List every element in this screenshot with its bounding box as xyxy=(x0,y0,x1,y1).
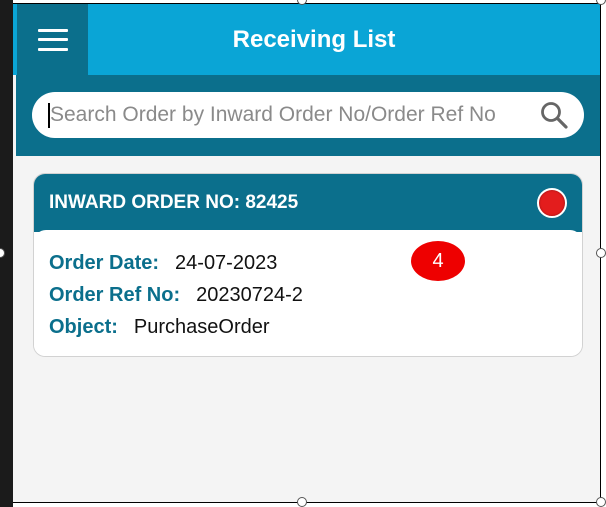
search-icon[interactable] xyxy=(539,100,569,130)
order-ref-value: 20230724-2 xyxy=(196,284,303,306)
search-box[interactable] xyxy=(32,92,584,138)
search-bar-area xyxy=(16,75,600,156)
resize-handle-right[interactable] xyxy=(596,248,606,258)
object-label: Object: xyxy=(49,316,118,338)
order-card[interactable]: INWARD ORDER NO: 82425 Order Date: 24-07-… xyxy=(33,173,583,357)
resize-handle-top-right[interactable] xyxy=(596,0,606,5)
object-row: Object: PurchaseOrder xyxy=(49,314,270,340)
app-header: Receiving List xyxy=(13,4,600,75)
inward-order-number: INWARD ORDER NO: 82425 xyxy=(49,192,299,213)
object-value: PurchaseOrder xyxy=(133,316,270,338)
order-card-header: INWARD ORDER NO: 82425 xyxy=(34,174,582,232)
order-date-label: Order Date: xyxy=(49,252,160,274)
order-card-body: Order Date: 24-07-2023 Order Ref No: 20230… xyxy=(34,230,582,356)
order-date-row: Order Date: 24-07-2023 xyxy=(49,250,277,276)
count-badge: 4 xyxy=(411,241,465,281)
order-date-value: 24-07-2023 xyxy=(175,252,278,274)
frame-line-bottom xyxy=(13,502,601,503)
search-input[interactable] xyxy=(50,92,530,138)
order-ref-label: Order Ref No: xyxy=(49,284,181,306)
text-cursor xyxy=(48,103,50,128)
resize-handle-bottom-right[interactable] xyxy=(596,497,606,507)
order-ref-row: Order Ref No: 20230724-2 xyxy=(49,282,303,308)
resize-handle-bottom[interactable] xyxy=(297,497,307,507)
app-screen: Receiving List INWARD ORDER NO: 82425 Or… xyxy=(13,4,600,502)
page-title: Receiving List xyxy=(232,26,396,53)
hamburger-menu-icon xyxy=(37,28,68,51)
menu-button[interactable] xyxy=(17,4,88,75)
status-indicator xyxy=(537,188,567,218)
